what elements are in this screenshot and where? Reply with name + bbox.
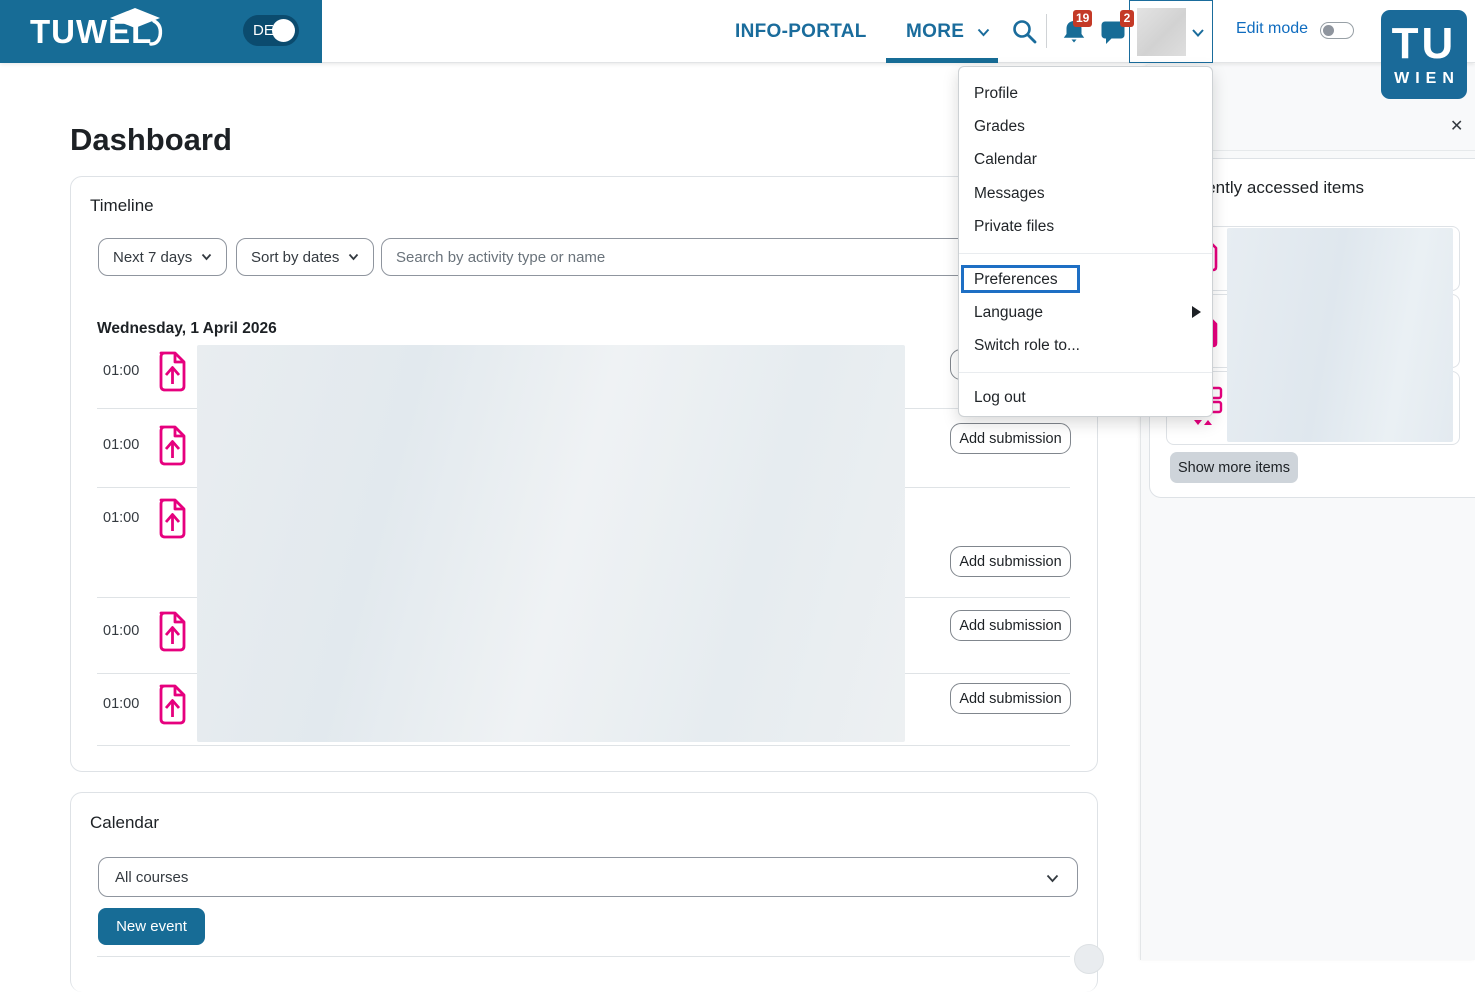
menu-divider xyxy=(959,372,1212,373)
calendar-heading: Calendar xyxy=(90,813,159,832)
event-time: 01:00 xyxy=(103,510,140,526)
tu-wien-logo: TU WIEN xyxy=(1381,10,1467,99)
menu-divider xyxy=(959,253,1212,254)
message-count-badge: 2 xyxy=(1120,10,1134,27)
menu-item-grades[interactable]: Grades xyxy=(974,118,1194,140)
edit-mode-toggle[interactable] xyxy=(1320,22,1354,39)
divider xyxy=(97,956,1070,957)
header-divider xyxy=(1046,14,1047,48)
timeline-sort-filter-value: Sort by dates xyxy=(251,248,340,266)
blurred-recent-items xyxy=(1227,228,1453,442)
menu-item-calendar[interactable]: Calendar xyxy=(974,151,1194,173)
edit-mode-toggle-knob xyxy=(1323,25,1334,36)
blurred-activity-content xyxy=(197,345,905,742)
assignment-upload-icon xyxy=(159,684,186,725)
show-more-items-button[interactable]: Show more items xyxy=(1170,452,1298,483)
calendar-course-filter-value: All courses xyxy=(115,868,189,886)
preferences-highlight-box xyxy=(961,265,1080,293)
add-submission-button[interactable]: Add submission xyxy=(950,423,1071,454)
add-submission-button[interactable]: Add submission xyxy=(950,610,1071,641)
menu-item-profile[interactable]: Profile xyxy=(974,85,1194,107)
top-header: TUWEL DE INFO-PORTAL MORE 19 2 Edit mode xyxy=(0,0,1475,63)
assignment-upload-icon xyxy=(159,425,186,466)
add-submission-button[interactable]: Add submission xyxy=(950,546,1071,577)
nav-more[interactable]: MORE xyxy=(906,0,990,63)
assignment-upload-icon xyxy=(159,611,186,652)
chevron-down-icon xyxy=(1192,29,1204,37)
avatar xyxy=(1137,8,1186,56)
timeline-day-filter-value: Next 7 days xyxy=(113,248,193,266)
menu-item-log-out[interactable]: Log out xyxy=(974,389,1194,411)
assignment-upload-icon xyxy=(159,351,186,392)
tuwel-logo-block: TUWEL DE xyxy=(0,0,322,63)
chevron-down-icon xyxy=(202,253,212,261)
nav-info-portal[interactable]: INFO-PORTAL xyxy=(735,0,867,63)
tu-wien-logo-tu: TU xyxy=(1391,19,1457,68)
menu-item-language[interactable]: Language xyxy=(974,304,1194,326)
submenu-caret-right-icon xyxy=(1192,306,1201,318)
chevron-down-icon xyxy=(977,28,990,37)
divider xyxy=(97,745,1070,746)
event-time: 01:00 xyxy=(103,623,140,639)
tu-wien-logo-wien: WIEN xyxy=(1394,70,1460,87)
add-submission-button[interactable]: Add submission xyxy=(950,683,1071,714)
new-event-button[interactable]: New event xyxy=(98,908,205,945)
language-toggle-knob xyxy=(272,19,295,42)
graduation-cap-icon xyxy=(110,8,163,46)
search-icon[interactable] xyxy=(1011,18,1038,45)
event-time: 01:00 xyxy=(103,696,140,712)
nav-more-label: MORE xyxy=(906,21,965,42)
menu-item-switch-role[interactable]: Switch role to... xyxy=(974,337,1194,359)
event-time: 01:00 xyxy=(103,437,140,453)
event-time: 01:00 xyxy=(103,363,140,379)
user-menu-toggle[interactable] xyxy=(1129,0,1213,63)
edit-mode-label: Edit mode xyxy=(1236,20,1309,37)
nav-more-active-indicator xyxy=(886,58,998,63)
page-title: Dashboard xyxy=(70,122,232,157)
timeline-heading: Timeline xyxy=(90,196,154,215)
scroll-to-top-button[interactable] xyxy=(1074,944,1104,974)
language-toggle[interactable]: DE xyxy=(243,15,299,46)
assignment-upload-icon xyxy=(159,498,186,539)
timeline-sort-filter[interactable]: Sort by dates xyxy=(236,238,375,276)
timeline-day-filter[interactable]: Next 7 days xyxy=(98,238,228,276)
chevron-down-icon xyxy=(1046,874,1059,883)
close-drawer-icon[interactable]: ✕ xyxy=(1450,116,1463,136)
timeline-date-header: Wednesday, 1 April 2026 xyxy=(97,320,277,337)
calendar-course-filter[interactable]: All courses xyxy=(98,857,1078,897)
menu-item-private-files[interactable]: Private files xyxy=(974,218,1194,240)
chevron-down-icon xyxy=(349,253,359,261)
language-toggle-label: DE xyxy=(253,22,274,39)
menu-item-messages[interactable]: Messages xyxy=(974,185,1194,207)
notification-count-badge: 19 xyxy=(1073,10,1093,27)
